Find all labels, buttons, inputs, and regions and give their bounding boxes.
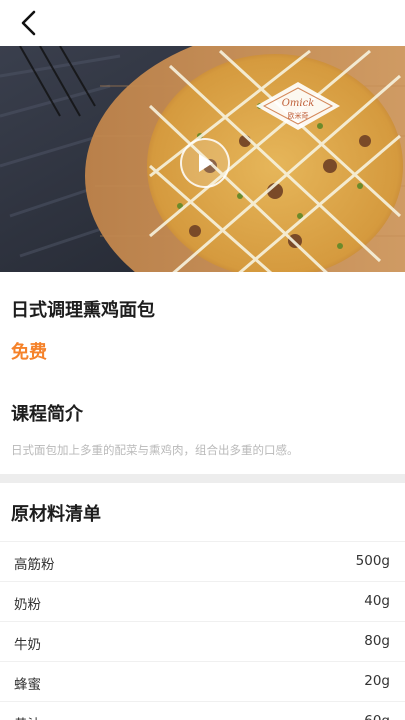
material-name: 蜂蜜 xyxy=(14,677,41,693)
course-video[interactable]: Omick 欧米奇 xyxy=(0,46,405,272)
list-item: 蜂蜜 20g xyxy=(0,661,405,701)
material-quantity: 60g xyxy=(364,713,390,720)
material-quantity: 40g xyxy=(364,593,390,609)
material-name: 牛奶 xyxy=(14,637,41,653)
materials-section: 原材料清单 高筋粉 500g 奶粉 40g 牛奶 80g 蜂蜜 20g 黄油 6… xyxy=(0,483,405,720)
brand-logo-subtext: 欧米奇 xyxy=(287,112,309,120)
course-price: 免费 xyxy=(11,342,47,363)
course-intro-section: 课程简介 日式面包加上多重的配菜与熏鸡肉，组合出多重的口感。 xyxy=(0,382,405,474)
course-title: 日式调理熏鸡面包 xyxy=(11,300,155,321)
intro-text: 日式面包加上多重的配菜与熏鸡肉，组合出多重的口感。 xyxy=(11,443,299,457)
list-item: 高筋粉 500g xyxy=(0,541,405,581)
intro-heading: 课程简介 xyxy=(11,404,83,425)
brand-logo-text: Omick xyxy=(281,98,315,109)
play-icon xyxy=(199,154,213,172)
chevron-left-icon xyxy=(21,10,36,36)
material-name: 黄油 xyxy=(14,713,41,720)
material-quantity: 20g xyxy=(364,673,390,689)
materials-list: 高筋粉 500g 奶粉 40g 牛奶 80g 蜂蜜 20g 黄油 60g xyxy=(0,541,405,720)
list-item: 黄油 60g xyxy=(0,701,405,720)
section-divider xyxy=(0,474,405,483)
list-item: 奶粉 40g xyxy=(0,581,405,621)
play-button[interactable] xyxy=(180,138,230,188)
back-button[interactable] xyxy=(12,6,46,40)
list-item: 牛奶 80g xyxy=(0,621,405,661)
material-name: 奶粉 xyxy=(14,597,41,613)
material-name: 高筋粉 xyxy=(14,557,55,573)
materials-heading: 原材料清单 xyxy=(11,504,101,525)
material-quantity: 500g xyxy=(355,553,390,569)
course-detail-page: Omick 欧米奇 日式调理熏鸡面包 免费 课程简介 日式面包加上多重的配菜与熏… xyxy=(0,0,405,720)
course-header: 日式调理熏鸡面包 免费 xyxy=(0,272,405,382)
material-quantity: 80g xyxy=(364,633,390,649)
top-bar xyxy=(0,0,405,46)
